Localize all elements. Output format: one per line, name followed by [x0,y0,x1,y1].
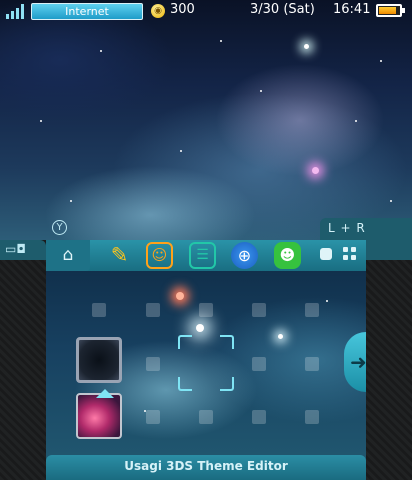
y-button-icon: Y [52,220,67,235]
camera-shortcut-tab[interactable]: ▭◘ [0,240,46,260]
bottom-screen: ▭◘ L + R ⌂ ✎ ☺ ☰ ⊕ ☻ ➜ Usagi 3DS Theme E… [0,218,412,480]
star [40,120,42,122]
new-badge-icon [96,389,114,398]
empty-slot[interactable] [305,303,319,317]
browser-globe-icon[interactable]: ⊕ [231,242,258,269]
star [278,334,283,339]
empty-slot[interactable] [146,303,160,317]
empty-slot[interactable] [199,410,213,424]
empty-slot[interactable] [305,410,319,424]
left-frame [0,260,46,480]
empty-slot[interactable] [252,410,266,424]
play-coin-icon: ◉ [151,4,165,18]
star [380,60,382,62]
internet-status-badge: Internet [31,3,143,20]
date-display: 3/30 (Sat) [250,2,315,17]
star [70,200,72,202]
single-view-icon[interactable] [320,248,332,260]
camera-icon: ▭◘ [5,242,26,256]
app-toolbar: ⌂ ✎ ☺ ☰ ⊕ ☻ [46,240,366,271]
empty-slot[interactable] [146,357,160,371]
star [304,44,309,49]
star [326,300,328,302]
software-tile[interactable] [76,337,122,383]
star [312,167,319,174]
selection-cursor [178,335,234,391]
signal-strength-icon [6,4,24,19]
theme-name-label: Usagi 3DS Theme Editor [124,459,288,473]
right-frame [366,260,412,480]
clock-display: 16:41 [333,2,371,17]
chat-app-icon[interactable]: ☰ [189,242,216,269]
star [176,292,184,300]
empty-slot[interactable] [92,303,106,317]
notes-app-icon[interactable]: ✎ [106,242,133,269]
grid-view-icon[interactable] [343,247,357,261]
star [355,120,357,122]
theme-title-bar: Usagi 3DS Theme Editor [46,455,366,480]
miiverse-app-icon[interactable]: ☺ [146,242,173,269]
star [100,50,102,52]
battery-icon [376,4,405,17]
star [390,200,392,202]
star [196,324,204,332]
empty-slot[interactable] [305,357,319,371]
home-menu: ⌂ ✎ ☺ ☰ ⊕ ☻ ➜ Usagi 3DS Theme Editor [46,240,366,480]
status-bar: Internet ◉ 300 3/30 (Sat) 16:41 [0,0,412,22]
star [220,40,222,42]
shoulder-buttons-hint: L + R [328,221,366,235]
top-screen: Internet ◉ 300 3/30 (Sat) 16:41 [0,0,412,240]
settings-tab[interactable]: ⌂ [46,240,90,271]
next-page-arrow-button[interactable]: ➜ [344,332,366,392]
battery-level-fill [379,7,396,14]
star [260,90,262,92]
empty-slot[interactable] [146,410,160,424]
empty-slot[interactable] [252,357,266,371]
star [180,150,182,152]
play-coin-count: 300 [170,2,195,17]
friends-list-icon[interactable]: ☻ [274,242,301,269]
empty-slot[interactable] [252,303,266,317]
software-tile[interactable] [76,389,122,439]
empty-slot[interactable] [199,303,213,317]
home-settings-icon: ⌂ [62,245,74,265]
